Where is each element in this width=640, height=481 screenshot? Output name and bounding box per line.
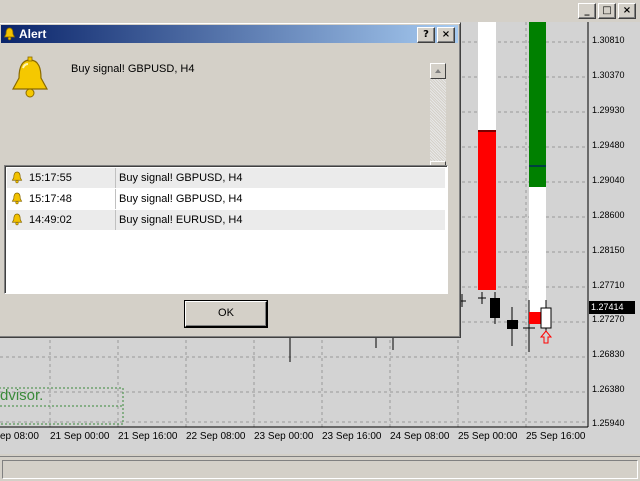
bell-icon [11,192,23,205]
scroll-track[interactable] [430,79,446,161]
alert-row-message: Buy signal! EURUSD, H4 [119,214,243,226]
close-window-button[interactable]: × [618,3,636,19]
alert-row-message: Buy signal! GBPUSD, H4 [119,172,243,184]
time-tick: 24 Sep 08:00 [390,431,450,442]
alert-title-buttons: ? × [417,27,455,43]
indicator-bar-white-1 [478,22,496,130]
alert-bell-icon [11,56,49,98]
ok-button[interactable]: OK [185,301,267,327]
expert-advisor-label: dvisor. [0,387,44,404]
buy-arrow-icon [539,330,553,344]
price-tick: 1.27710 [592,280,625,290]
time-tick: 22 Sep 08:00 [186,431,246,442]
help-button[interactable]: ? [417,27,435,43]
alert-title: Alert [19,27,47,41]
status-bar-panel [2,460,638,479]
alert-dialog: Alert ? × Buy signal! GBPUSD, H4 15:17:5… [0,22,461,338]
list-item[interactable]: 15:17:48 Buy signal! GBPUSD, H4 [7,189,445,209]
bell-icon [3,27,16,41]
time-tick: ep 08:00 [0,431,39,442]
price-tick: 1.27270 [592,314,625,324]
mdi-window-controls: _ □ × [578,3,636,19]
price-tick: 1.28600 [592,210,625,220]
indicator-bar-red [478,130,496,290]
list-item[interactable]: 14:49:02 Buy signal! EURUSD, H4 [7,210,445,230]
scroll-up-button[interactable] [430,63,446,79]
bell-icon [11,213,23,226]
price-tick: 1.29480 [592,140,625,150]
current-price-tag: 1.27414 [589,301,635,314]
price-tick: 1.29040 [592,175,625,185]
price-tick: 1.30370 [592,70,625,80]
restore-button[interactable]: □ [598,3,616,19]
price-tick: 1.28150 [592,245,625,255]
time-tick: 23 Sep 00:00 [254,431,314,442]
list-item[interactable]: 15:17:55 Buy signal! GBPUSD, H4 [7,168,445,188]
time-tick: 23 Sep 16:00 [322,431,382,442]
close-button[interactable]: × [437,27,455,43]
status-bar [0,456,640,481]
bell-icon [11,171,23,184]
price-tick: 1.26830 [592,349,625,359]
arrow-up-icon [435,69,441,73]
time-tick: 25 Sep 16:00 [526,431,586,442]
message-scrollbar[interactable] [430,63,446,177]
price-tick: 1.25940 [592,418,625,428]
time-tick: 21 Sep 16:00 [118,431,178,442]
mdi-title-bar: _ □ × [0,0,640,22]
time-tick: 25 Sep 00:00 [458,431,518,442]
alert-time: 15:17:48 [29,193,72,205]
time-tick: 21 Sep 00:00 [50,431,110,442]
alert-message: Buy signal! GBPUSD, H4 [71,63,195,75]
price-tick: 1.30810 [592,35,625,45]
indicator-bar-green [529,22,546,187]
alert-title-bar[interactable]: Alert ? × [1,25,458,43]
alert-row-message: Buy signal! GBPUSD, H4 [119,193,243,205]
minimize-button[interactable]: _ [578,3,596,19]
price-tick: 1.26380 [592,384,625,394]
indicator-bar-white-2 [529,187,546,312]
alert-time: 15:17:55 [29,172,72,184]
alert-time: 14:49:02 [29,214,72,226]
price-tick: 1.29930 [592,105,625,115]
alert-history-list[interactable]: 15:17:55 Buy signal! GBPUSD, H4 15:17:48… [4,165,448,294]
